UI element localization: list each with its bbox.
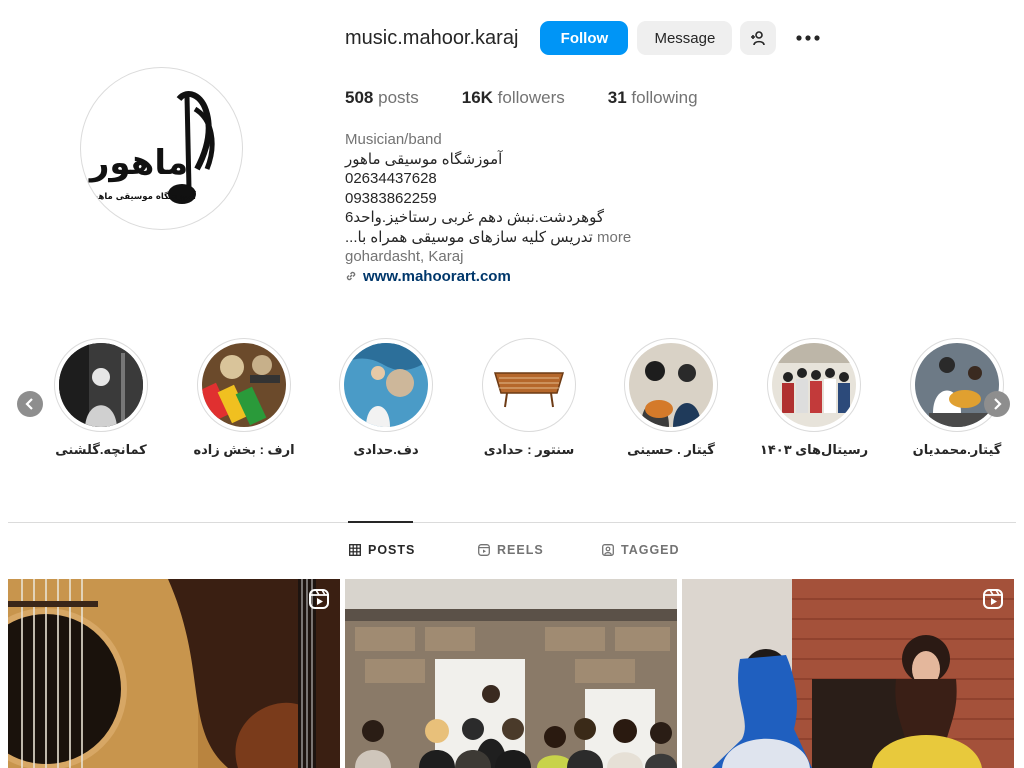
- highlight-label: گیتار.محمدیان: [912, 442, 1002, 457]
- post-image: [682, 579, 1014, 768]
- tagged-icon: [602, 544, 614, 556]
- highlight-item[interactable]: سنتور : حدادی: [474, 338, 584, 458]
- highlight-image: [344, 343, 428, 427]
- post-image: [8, 579, 340, 768]
- bio-location[interactable]: gohardasht, Karaj: [345, 247, 645, 267]
- bio-phone-2: 09383862259: [345, 189, 437, 207]
- highlight-label: رسیتال‌های ۱۴۰۳: [759, 442, 869, 457]
- more-dots-icon: [796, 35, 821, 41]
- followers-label: followers: [497, 88, 565, 107]
- tab-posts-label: POSTS: [368, 543, 416, 557]
- chevron-right-icon: [994, 398, 1002, 410]
- highlight-item[interactable]: دف.حدادی: [331, 338, 441, 458]
- grid-icon: [349, 544, 361, 556]
- highlight-ring: [54, 338, 148, 432]
- highlight-label: سنتور : حدادی: [483, 442, 575, 457]
- tab-reels-label: REELS: [497, 543, 544, 557]
- profile-bio: Musician/band آموزشگاه موسیقی ماهور 0263…: [345, 130, 645, 286]
- chevron-left-icon: [25, 398, 33, 410]
- highlight-ring: [482, 338, 576, 432]
- options-button[interactable]: [788, 21, 828, 55]
- post-tile[interactable]: [8, 579, 340, 768]
- highlight-ring: [767, 338, 861, 432]
- highlight-item[interactable]: کمانچه.گلشنی: [46, 338, 156, 458]
- highlight-image: [202, 343, 286, 427]
- reel-badge-icon: [309, 589, 329, 609]
- bio-name: آموزشگاه موسیقی ماهور: [345, 150, 503, 168]
- profile-stats: 508 posts 16K followers 31 following: [345, 88, 741, 108]
- highlights-next-button[interactable]: [984, 391, 1010, 417]
- profile-topline: music.mahoor.karaj Follow Message: [345, 20, 828, 56]
- following-label: following: [631, 88, 698, 107]
- posts-count: 508: [345, 88, 374, 107]
- highlight-image: [487, 343, 571, 427]
- bio-address: گوهردشت.نبش دهم غربی رستاخیز.واحد6: [345, 209, 604, 226]
- bio-website[interactable]: www.mahoorart.com: [345, 267, 645, 287]
- profile-tabs: POSTS REELS TAGGED: [0, 543, 1024, 561]
- add-user-icon: [751, 31, 766, 46]
- posts-stat: 508 posts: [345, 88, 419, 108]
- profile-avatar[interactable]: ماهور آموزشگاه موسیقی ماهور: [80, 67, 243, 230]
- highlight-ring: [197, 338, 291, 432]
- bio-phone-1: 02634437628: [345, 170, 437, 187]
- highlight-image: [772, 343, 856, 427]
- suggest-users-button[interactable]: [740, 21, 777, 55]
- username: music.mahoor.karaj: [345, 26, 519, 49]
- followers-count: 16K: [461, 88, 493, 107]
- highlight-ring: [910, 338, 1004, 432]
- tab-tagged[interactable]: TAGGED: [602, 543, 680, 557]
- bio-teaching-line: تدریس کلیه سازهای موسیقی همراه با... mor…: [345, 228, 645, 248]
- highlight-label: دف.حدادی: [353, 442, 419, 457]
- tabs-divider: [8, 522, 1016, 523]
- highlight-image: [915, 343, 999, 427]
- highlight-label: کمانچه.گلشنی: [55, 442, 147, 457]
- followers-stat[interactable]: 16K followers: [462, 88, 565, 108]
- tab-reels[interactable]: REELS: [478, 543, 544, 557]
- tab-tagged-label: TAGGED: [621, 543, 680, 557]
- active-tab-indicator: [348, 521, 413, 523]
- story-highlights: کمانچه.گلشنی ارف : بخش زاده دف.حدادی سنت…: [0, 338, 1024, 468]
- tab-posts[interactable]: POSTS: [349, 543, 415, 557]
- link-icon: [346, 272, 356, 281]
- follow-button[interactable]: Follow: [540, 21, 629, 55]
- highlight-image: [59, 343, 143, 427]
- highlight-label: ارف : بخش زاده: [193, 442, 295, 457]
- website-url: www.mahoorart.com: [363, 267, 511, 285]
- highlight-ring: [339, 338, 433, 432]
- bio-category: Musician/band: [345, 131, 442, 148]
- bio-teaching: تدریس کلیه سازهای موسیقی همراه با...: [345, 228, 593, 246]
- highlight-item[interactable]: ارف : بخش زاده: [189, 338, 299, 458]
- message-button[interactable]: Message: [637, 21, 733, 55]
- following-count: 31: [607, 88, 627, 107]
- following-stat[interactable]: 31 following: [608, 88, 698, 108]
- highlights-prev-button[interactable]: [17, 391, 43, 417]
- reel-badge-icon: [983, 589, 1003, 609]
- svg-text:ماهور: ماهور: [87, 143, 187, 183]
- post-tile[interactable]: [682, 579, 1014, 768]
- bio-more-link[interactable]: more: [597, 229, 631, 246]
- reels-icon: [478, 544, 490, 556]
- highlight-item[interactable]: گیتار . حسینی: [616, 338, 726, 458]
- highlight-item[interactable]: رسیتال‌های ۱۴۰۳: [759, 338, 869, 458]
- post-image: [345, 579, 677, 768]
- highlight-label: گیتار . حسینی: [627, 442, 715, 457]
- highlight-image: [629, 343, 713, 427]
- posts-label: posts: [378, 88, 419, 107]
- post-tile[interactable]: [345, 579, 677, 768]
- mahoor-logo: ماهور آموزشگاه موسیقی ماهور: [87, 90, 215, 204]
- svg-text:آموزشگاه موسیقی ماهور: آموزشگاه موسیقی ماهور: [87, 190, 197, 202]
- highlight-ring: [624, 338, 718, 432]
